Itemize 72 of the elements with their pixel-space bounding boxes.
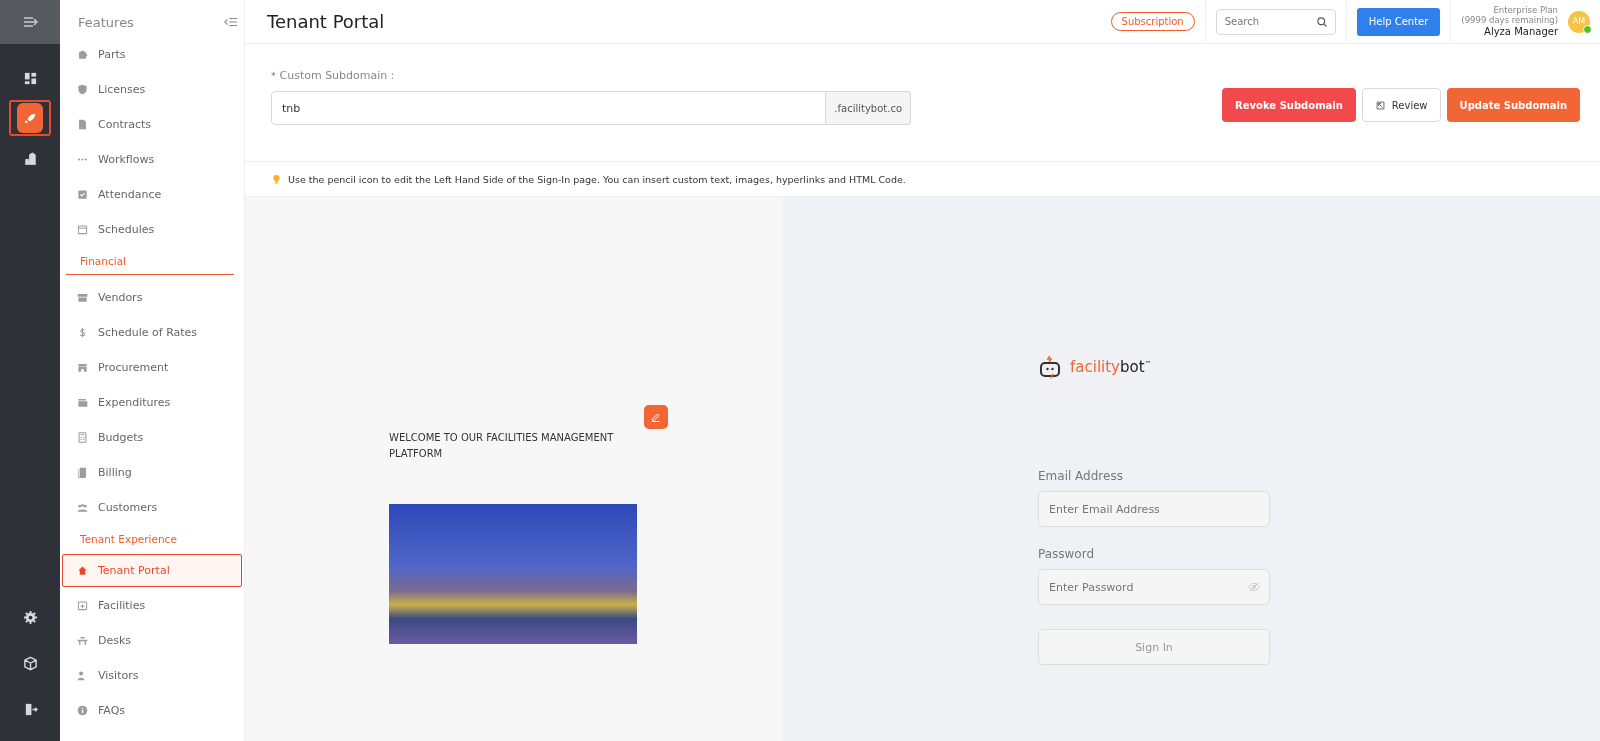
sidebar-item[interactable]: Licenses [62,73,242,106]
field-label: Custom Subdomain： [279,69,399,82]
eye-slash-icon [1248,581,1260,593]
email-field[interactable]: Enter Email Address [1038,491,1270,527]
external-link-icon [1374,99,1386,111]
review-button[interactable]: Review [1361,88,1441,122]
field-label: Email Address [1038,469,1124,483]
sidebar-item[interactable]: Billing [62,456,242,489]
cube-icon [22,655,38,671]
field-label: Password [1038,547,1096,561]
people-icon [77,502,88,513]
menu-expand-icon [22,14,38,30]
info-icon [77,705,88,716]
subdomain-button[interactable]: Update Subdomain [1446,88,1580,122]
dollar-icon [77,327,88,338]
sidebar-item[interactable]: Expenditures [62,386,242,419]
sidebar-item[interactable]: Workflows [62,143,242,176]
edit-button[interactable] [644,405,668,429]
brand-name: facilitybot$^{™}$ [1070,358,1152,376]
ledger-icon [77,467,88,478]
sidebar-item[interactable]: Procurement [62,351,242,384]
robot-icon [1038,355,1062,379]
sidebar-item[interactable]: FAQs [62,694,242,727]
subscription-button[interactable]: Subscription [1110,12,1195,31]
section-heading: Financial [66,248,234,275]
dashboard-icon [22,70,38,86]
password-field[interactable]: Enter Password [1038,569,1270,605]
settings-icon [22,609,38,625]
sidebar-item[interactable]: Customers [62,491,242,524]
plan-name: Enterprise Plan [1493,4,1558,16]
welcome-text: WELCOME TO OUR FACILITIES MANAGEMENT PLATFORM [389,431,615,461]
lightbulb-icon [271,173,282,185]
sidebar-item[interactable]: Attendance [62,178,242,211]
shop-icon [77,362,88,373]
calendar-icon [77,224,88,235]
sidebar-item[interactable]: Desks [62,624,242,657]
checkbox-icon [77,189,88,200]
tip-text: Use the pencil icon to edit the Left Hand Side of the Sign-In page. You can insert custom text, images, hyperlinks and HTML Code. [288,173,906,185]
collapse-sidebar-icon [224,15,238,29]
search-field[interactable]: Search [1215,8,1336,35]
days-remaining: (9999 days remaining) [1461,15,1558,26]
sidebar-item[interactable]: Vendors [62,281,242,314]
sidebar-item[interactable]: Facilities [62,589,242,622]
help-center-button[interactable]: Help Center [1356,7,1441,36]
sidebar-item[interactable]: Parts [62,44,242,71]
subdomain-field[interactable]: tnb [271,91,827,125]
section-heading: Tenant Experience [79,532,178,547]
nav-rail-item[interactable] [9,100,51,136]
shield-icon [77,84,88,95]
domain-suffix: .facilitybot.co [826,91,911,125]
search-icon [1315,15,1328,28]
sidebar-item[interactable]: Budgets [62,421,242,454]
pencil-icon [650,411,662,423]
sidebar-item[interactable]: Contracts [62,108,242,141]
sidebar-item[interactable]: Schedules [62,213,242,246]
home-icon [77,565,88,576]
sidebar-item[interactable]: Visitors [62,659,242,692]
chart-icon [22,150,38,166]
user-name: Alyza Manager [1484,25,1558,39]
puzzle-icon [77,49,88,60]
store-icon [77,292,88,303]
desk-icon [77,635,88,646]
wallet-icon [77,397,88,408]
document-icon [77,119,88,130]
calculator-icon [77,432,88,443]
calendar-icon [77,600,88,611]
sidebar-title: Features [78,14,134,30]
sidebar-item[interactable]: Tenant Portal [62,554,242,587]
page-title: Tenant Portal [267,11,386,32]
sidebar-item[interactable]: Schedule of Rates [62,316,242,349]
required-mark: * [271,71,276,81]
subdomain-button[interactable]: Revoke Subdomain [1222,88,1356,122]
